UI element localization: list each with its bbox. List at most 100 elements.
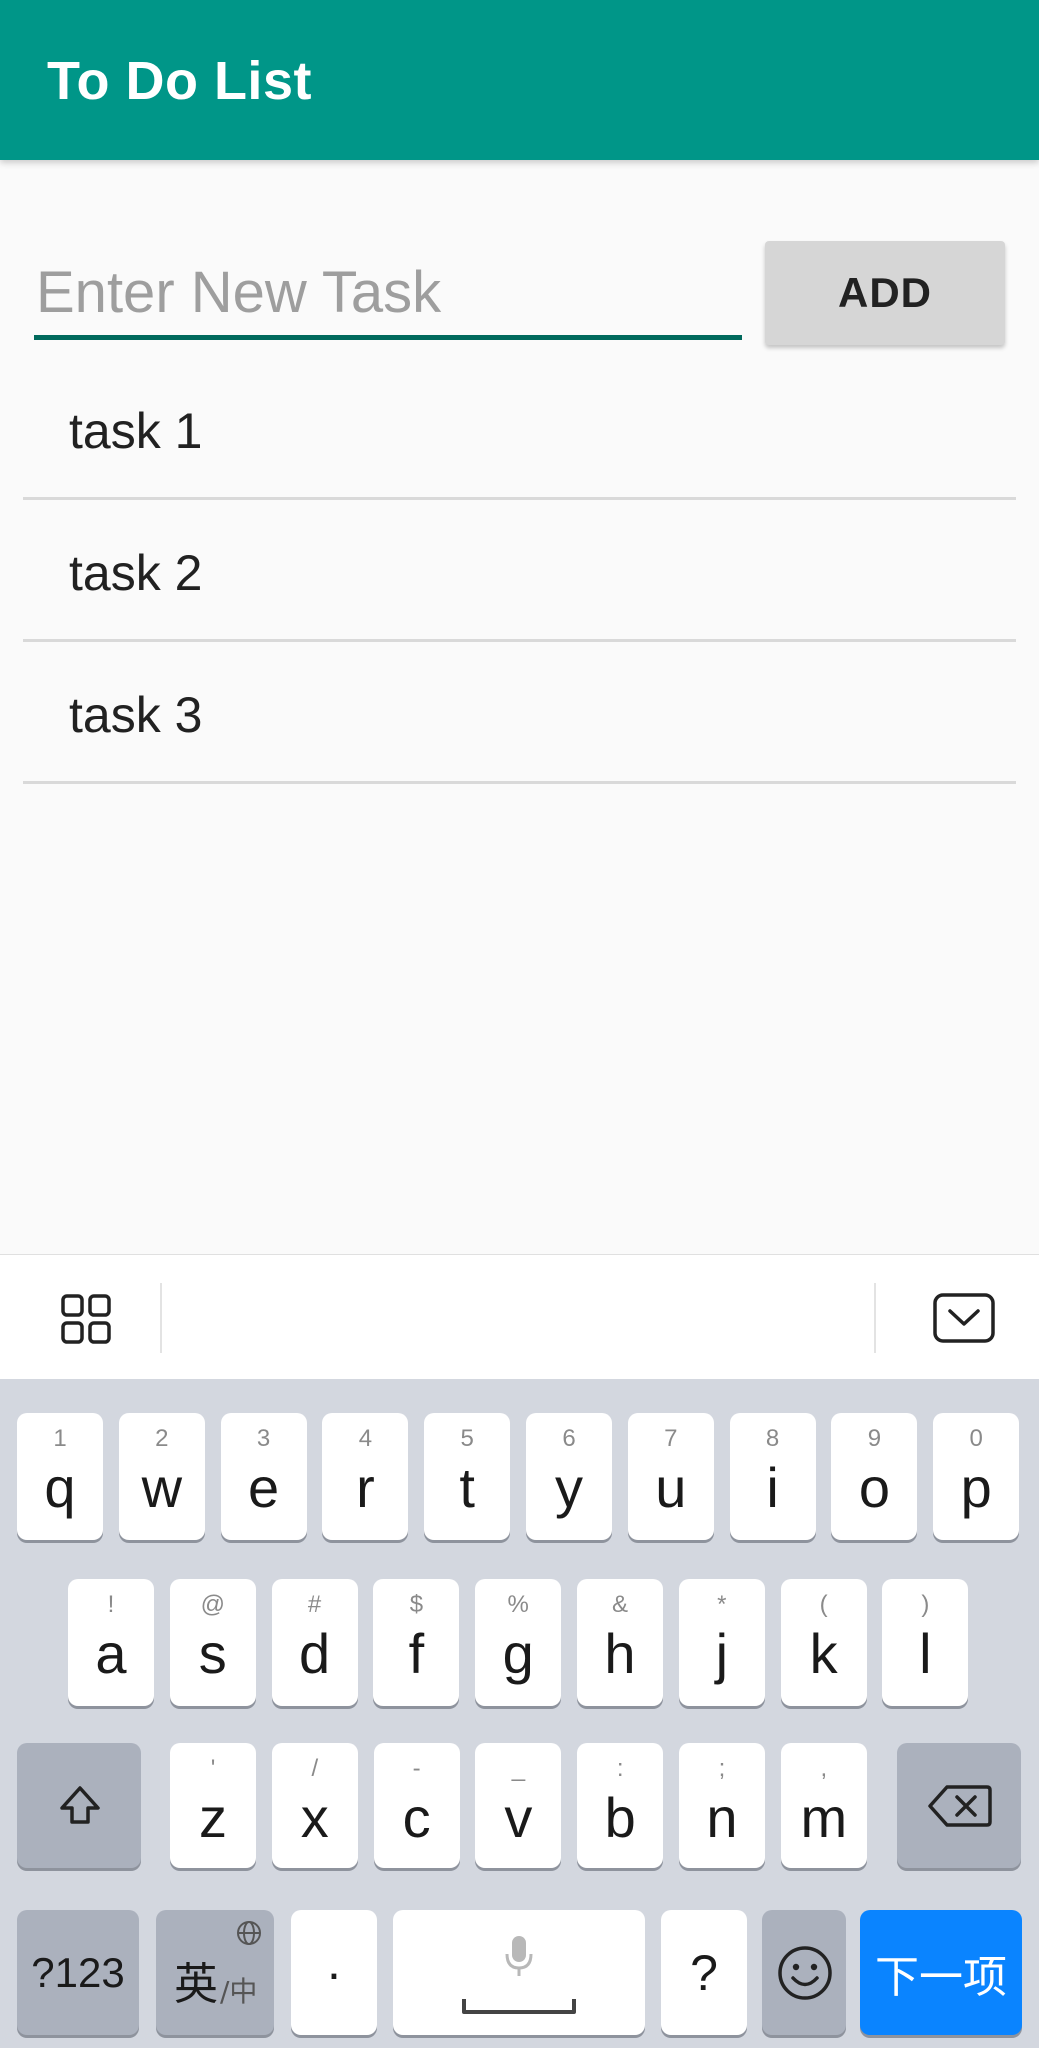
key-label: t <box>459 1456 475 1519</box>
language-switch-key[interactable]: 英 /中 <box>156 1910 274 2035</box>
key-label: s <box>198 1622 227 1685</box>
grid-icon[interactable] <box>60 1293 112 1350</box>
key-s[interactable]: @ s <box>169 1579 256 1706</box>
key-m[interactable]: ,m <box>780 1743 867 1868</box>
key-d[interactable]: # d <box>271 1579 358 1706</box>
key-r[interactable]: 4r <box>322 1413 409 1540</box>
key-t[interactable]: 5t <box>424 1413 511 1540</box>
space-key[interactable] <box>393 1910 645 2035</box>
key-hint: * <box>717 1591 727 1618</box>
key-hint: @ <box>200 1591 225 1618</box>
period-key-label: · <box>325 1944 343 2001</box>
key-hint: - <box>412 1755 421 1782</box>
question-key-label: ? <box>690 1944 718 2001</box>
key-hint: 9 <box>867 1425 882 1452</box>
key-n[interactable]: ; n <box>679 1743 765 1868</box>
key-hint: , <box>820 1755 828 1782</box>
key-y[interactable]: 6y <box>526 1413 612 1540</box>
key-hint: 7 <box>664 1425 678 1452</box>
task-list-item[interactable]: task 2 <box>23 500 1016 642</box>
key-hint: 2 <box>155 1425 169 1452</box>
task-label: task 3 <box>69 687 203 743</box>
key-label: z <box>199 1786 227 1849</box>
key-hint: / <box>311 1755 319 1782</box>
key-v[interactable]: _ v <box>475 1743 562 1868</box>
key-b[interactable]: :b <box>577 1743 664 1868</box>
key-g[interactable]: % g <box>475 1579 562 1706</box>
key-z[interactable]: ' z <box>170 1743 256 1868</box>
app-title: To Do List <box>47 51 312 111</box>
key-hint: ( <box>819 1591 828 1618</box>
key-label: o <box>858 1456 890 1519</box>
key-label: l <box>919 1622 932 1685</box>
key-label: e <box>248 1456 280 1519</box>
next-key[interactable]: 下一项 <box>860 1910 1022 2035</box>
key-hint: ' <box>210 1755 216 1782</box>
key-hint: : <box>616 1755 624 1782</box>
key-label: j <box>715 1622 729 1685</box>
key-hint: _ <box>511 1755 526 1782</box>
key-q[interactable]: 1q <box>17 1413 103 1540</box>
period-key[interactable]: · <box>291 1910 377 2035</box>
key-label: n <box>706 1786 738 1849</box>
key-label: p <box>960 1456 992 1519</box>
key-u[interactable]: 7u <box>627 1413 714 1540</box>
key-l[interactable]: ) l <box>882 1579 969 1706</box>
key-label: i <box>766 1456 779 1519</box>
key-label: k <box>809 1622 838 1685</box>
language-key-sublabel: /中 <box>220 1975 258 2008</box>
key-i[interactable]: 8i <box>729 1413 816 1540</box>
emoji-key[interactable] <box>762 1910 846 2035</box>
key-hint: 8 <box>765 1425 780 1452</box>
key-label: b <box>604 1786 636 1849</box>
key-h[interactable]: & h <box>577 1579 663 1706</box>
emoji-icon <box>778 1945 832 2000</box>
key-label: y <box>555 1456 583 1519</box>
key-label: w <box>141 1456 183 1519</box>
key-j[interactable]: * j <box>678 1579 765 1706</box>
key-label: a <box>95 1622 127 1685</box>
key-hint: 4 <box>358 1425 373 1452</box>
key-k[interactable]: (k <box>780 1579 867 1706</box>
task-label: task 1 <box>69 403 203 459</box>
key-label: d <box>299 1622 331 1685</box>
task-list-item[interactable]: task 3 <box>23 642 1016 784</box>
key-x[interactable]: / x <box>271 1743 358 1868</box>
new-task-input[interactable] <box>34 250 742 340</box>
toolbar-divider <box>874 1283 876 1353</box>
question-key[interactable]: ? <box>661 1910 747 2035</box>
shift-key[interactable] <box>17 1743 141 1868</box>
key-hint: & <box>611 1591 628 1618</box>
key-label: r <box>356 1456 375 1519</box>
key-o[interactable]: 9o <box>831 1413 918 1540</box>
key-hint: 6 <box>562 1425 576 1452</box>
language-key-label: 英 <box>174 1959 218 2010</box>
collapse-keyboard-icon[interactable] <box>933 1293 995 1348</box>
key-label: f <box>408 1622 425 1685</box>
key-e[interactable]: 3e <box>220 1413 307 1540</box>
key-label: c <box>402 1786 431 1849</box>
key-hint: % <box>507 1591 529 1618</box>
key-hint: ) <box>921 1591 930 1618</box>
key-p[interactable]: 0p <box>933 1413 1020 1540</box>
toolbar-divider <box>160 1283 162 1353</box>
backspace-key[interactable] <box>897 1743 1021 1868</box>
key-hint: 3 <box>256 1425 271 1452</box>
key-w[interactable]: 2w <box>118 1413 205 1540</box>
key-hint: ; <box>718 1755 726 1782</box>
key-f[interactable]: $ f <box>373 1579 460 1706</box>
key-c[interactable]: -c <box>373 1743 460 1868</box>
keyboard: 1q2w3e4r5t6y7u8i9o0p ! a @ s # d $ f% g & h * j(k) l … <box>0 1379 1039 2048</box>
task-list: task 1 task 2 task 3 <box>23 358 1016 784</box>
key-label: v <box>504 1786 533 1849</box>
key-hint: ! <box>107 1591 115 1618</box>
key-label: q <box>44 1456 76 1519</box>
space-bar-icon <box>461 1996 577 2021</box>
app-bar: To Do List <box>0 0 1039 160</box>
key-hint: # <box>307 1591 322 1618</box>
microphone-icon <box>503 1934 535 1983</box>
add-button[interactable]: ADD <box>765 241 1005 345</box>
task-list-item[interactable]: task 1 <box>23 358 1016 500</box>
key-a[interactable]: ! a <box>68 1579 154 1706</box>
symbols-key[interactable]: ?123 <box>17 1910 139 2035</box>
